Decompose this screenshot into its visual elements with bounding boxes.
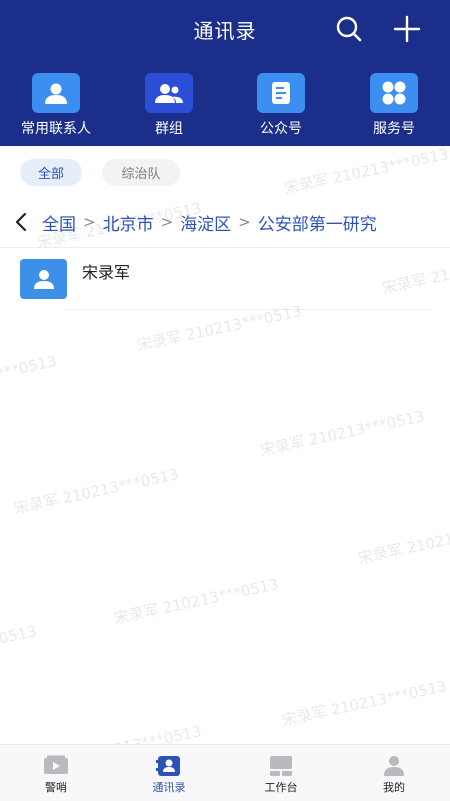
chevron-right-icon: > [238, 213, 251, 231]
search-icon [336, 16, 362, 42]
top-header: 通讯录 常用联系人 群组 公众号 服务号 [0, 0, 450, 146]
quick-tile [32, 73, 80, 113]
quick-label: 服务号 [373, 121, 415, 137]
video-icon [42, 754, 70, 778]
watermark: 宋录军 210213***0513 [112, 575, 281, 628]
breadcrumb: 全国 > 北京市 > 海淀区 > 公安部第一研究 [0, 200, 450, 244]
nav-tab-profile[interactable]: 我的 [338, 745, 450, 801]
quick-tile [370, 73, 418, 113]
watermark: 宋录军 210213***0513 [356, 515, 450, 568]
quick-tile [257, 73, 305, 113]
nav-tab-alert[interactable]: 警哨 [0, 745, 112, 801]
contacts-icon [155, 754, 183, 778]
avatar [20, 259, 67, 299]
divider [0, 247, 450, 248]
bottom-nav: 警哨 通讯录 工作台 我的 [0, 744, 450, 801]
filter-tabs: 全部 综治队 [0, 146, 450, 196]
nav-label: 我的 [383, 781, 405, 794]
add-button[interactable] [392, 14, 422, 44]
quick-label: 常用联系人 [21, 121, 91, 137]
back-button[interactable] [0, 200, 42, 244]
quick-tile [145, 73, 193, 113]
contact-list-item[interactable]: 宋录军 [0, 250, 450, 310]
plus-icon [393, 15, 421, 43]
nav-label: 通讯录 [152, 781, 186, 794]
chevron-right-icon: > [160, 213, 174, 231]
nav-label: 警哨 [45, 781, 67, 794]
nav-tab-contacts[interactable]: 通讯录 [113, 745, 225, 801]
profile-icon [380, 754, 408, 778]
quick-label: 公众号 [260, 121, 302, 137]
chevron-right-icon: > [83, 213, 96, 231]
grid-icon [382, 81, 406, 105]
filter-tab-all[interactable]: 全部 [20, 159, 82, 186]
watermark: 宋录军 210213***0513 [280, 677, 449, 730]
quick-public-accounts[interactable]: 公众号 [236, 73, 326, 137]
search-button[interactable] [334, 14, 364, 44]
quick-service-accounts[interactable]: 服务号 [349, 73, 439, 137]
person-icon [45, 83, 67, 104]
breadcrumb-item[interactable]: 全国 [42, 210, 76, 235]
chevron-left-icon [15, 212, 27, 232]
quick-frequent-contacts[interactable]: 常用联系人 [11, 73, 101, 137]
quick-label: 群组 [155, 121, 183, 137]
watermark: 宋录军 210213***0513 [0, 352, 59, 404]
person-icon [33, 270, 54, 289]
nav-tab-workbench[interactable]: 工作台 [225, 745, 337, 801]
watermark: 宋录军 210213***0513 [0, 622, 39, 674]
watermark: 宋录军 210213***0513 [258, 407, 427, 460]
breadcrumb-item[interactable]: 北京市 [103, 210, 154, 235]
page-title: 通讯录 [193, 19, 257, 43]
document-icon [272, 82, 290, 104]
breadcrumb-item[interactable]: 公安部第一研究 [258, 210, 377, 235]
group-icon [155, 84, 183, 103]
nav-label: 工作台 [264, 781, 298, 794]
filter-tab-team[interactable]: 综治队 [102, 159, 180, 186]
quick-groups[interactable]: 群组 [124, 73, 214, 137]
contact-name: 宋录军 [82, 263, 131, 282]
divider [66, 309, 432, 310]
watermark: 宋录军 210213***0513 [12, 465, 181, 518]
workbench-icon [267, 754, 295, 778]
breadcrumb-item[interactable]: 海淀区 [180, 210, 231, 235]
